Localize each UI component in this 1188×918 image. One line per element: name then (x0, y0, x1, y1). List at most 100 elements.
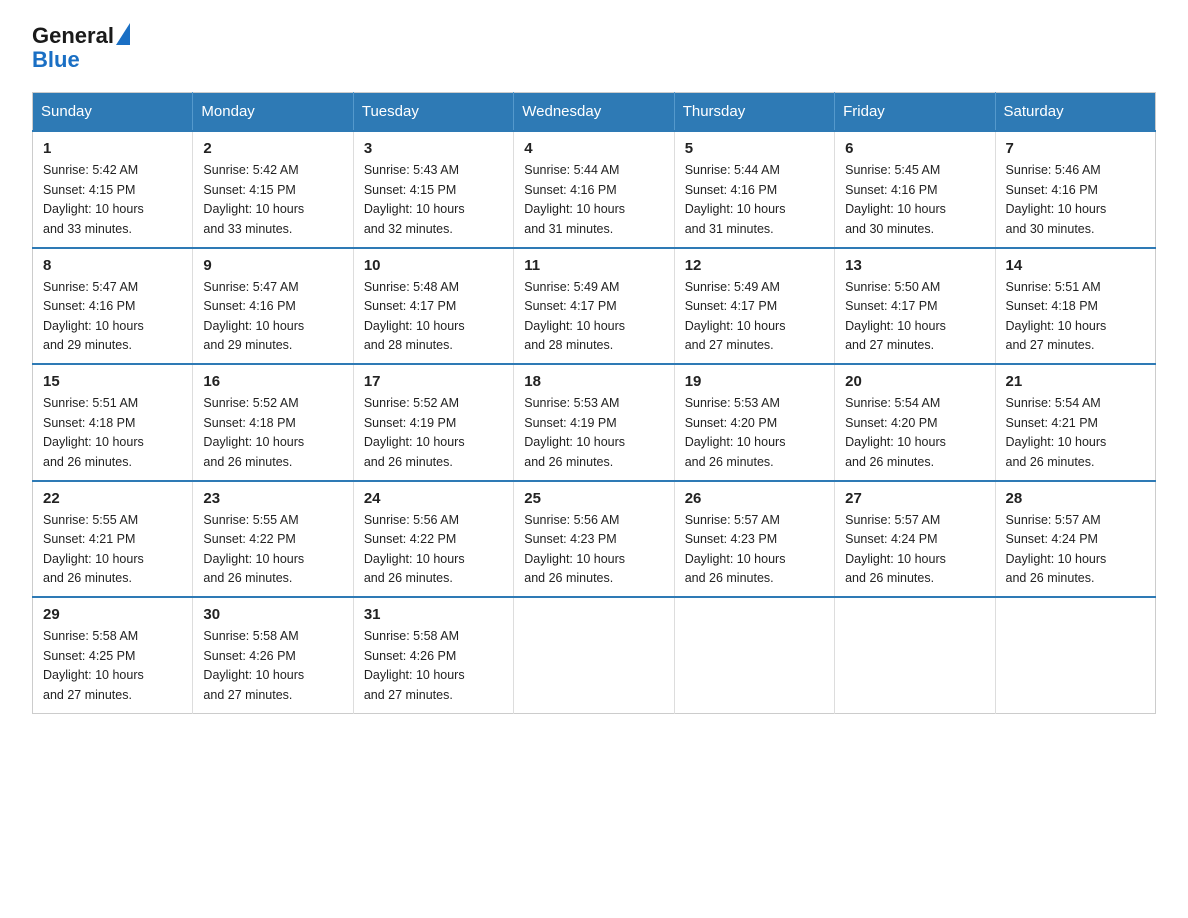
day-number: 4 (524, 140, 663, 157)
day-number: 17 (364, 373, 503, 390)
calendar-table: SundayMondayTuesdayWednesdayThursdayFrid… (32, 92, 1156, 714)
day-number: 9 (203, 257, 342, 274)
day-number: 20 (845, 373, 984, 390)
weekday-header-tuesday: Tuesday (353, 93, 513, 132)
day-info: Sunrise: 5:57 AMSunset: 4:24 PMDaylight:… (845, 511, 984, 589)
day-info: Sunrise: 5:58 AMSunset: 4:26 PMDaylight:… (364, 627, 503, 705)
week-row-3: 15 Sunrise: 5:51 AMSunset: 4:18 PMDaylig… (33, 364, 1156, 481)
day-info: Sunrise: 5:53 AMSunset: 4:20 PMDaylight:… (685, 394, 824, 472)
day-number: 10 (364, 257, 503, 274)
calendar-cell: 26 Sunrise: 5:57 AMSunset: 4:23 PMDaylig… (674, 481, 834, 598)
day-number: 28 (1006, 490, 1145, 507)
day-info: Sunrise: 5:58 AMSunset: 4:25 PMDaylight:… (43, 627, 182, 705)
day-number: 14 (1006, 257, 1145, 274)
calendar-cell: 4 Sunrise: 5:44 AMSunset: 4:16 PMDayligh… (514, 131, 674, 248)
calendar-cell: 6 Sunrise: 5:45 AMSunset: 4:16 PMDayligh… (835, 131, 995, 248)
calendar-cell: 1 Sunrise: 5:42 AMSunset: 4:15 PMDayligh… (33, 131, 193, 248)
day-number: 15 (43, 373, 182, 390)
calendar-cell: 9 Sunrise: 5:47 AMSunset: 4:16 PMDayligh… (193, 248, 353, 365)
day-info: Sunrise: 5:50 AMSunset: 4:17 PMDaylight:… (845, 278, 984, 356)
header: General Blue (32, 24, 1156, 72)
calendar-cell: 28 Sunrise: 5:57 AMSunset: 4:24 PMDaylig… (995, 481, 1155, 598)
day-number: 29 (43, 606, 182, 623)
calendar-cell: 2 Sunrise: 5:42 AMSunset: 4:15 PMDayligh… (193, 131, 353, 248)
day-number: 6 (845, 140, 984, 157)
day-number: 27 (845, 490, 984, 507)
day-number: 7 (1006, 140, 1145, 157)
day-info: Sunrise: 5:54 AMSunset: 4:21 PMDaylight:… (1006, 394, 1145, 472)
calendar-cell: 17 Sunrise: 5:52 AMSunset: 4:19 PMDaylig… (353, 364, 513, 481)
calendar-cell: 21 Sunrise: 5:54 AMSunset: 4:21 PMDaylig… (995, 364, 1155, 481)
calendar-cell: 27 Sunrise: 5:57 AMSunset: 4:24 PMDaylig… (835, 481, 995, 598)
calendar-cell: 29 Sunrise: 5:58 AMSunset: 4:25 PMDaylig… (33, 597, 193, 713)
day-number: 3 (364, 140, 503, 157)
calendar-cell (674, 597, 834, 713)
calendar-cell: 13 Sunrise: 5:50 AMSunset: 4:17 PMDaylig… (835, 248, 995, 365)
weekday-header-monday: Monday (193, 93, 353, 132)
weekday-header-row: SundayMondayTuesdayWednesdayThursdayFrid… (33, 93, 1156, 132)
day-info: Sunrise: 5:44 AMSunset: 4:16 PMDaylight:… (524, 161, 663, 239)
weekday-header-wednesday: Wednesday (514, 93, 674, 132)
calendar-cell (835, 597, 995, 713)
calendar-cell: 23 Sunrise: 5:55 AMSunset: 4:22 PMDaylig… (193, 481, 353, 598)
day-info: Sunrise: 5:42 AMSunset: 4:15 PMDaylight:… (43, 161, 182, 239)
calendar-cell: 10 Sunrise: 5:48 AMSunset: 4:17 PMDaylig… (353, 248, 513, 365)
day-number: 23 (203, 490, 342, 507)
calendar-cell: 31 Sunrise: 5:58 AMSunset: 4:26 PMDaylig… (353, 597, 513, 713)
day-number: 22 (43, 490, 182, 507)
day-number: 30 (203, 606, 342, 623)
calendar-cell: 12 Sunrise: 5:49 AMSunset: 4:17 PMDaylig… (674, 248, 834, 365)
weekday-header-thursday: Thursday (674, 93, 834, 132)
logo-triangle-icon (116, 23, 130, 45)
calendar-cell: 7 Sunrise: 5:46 AMSunset: 4:16 PMDayligh… (995, 131, 1155, 248)
day-info: Sunrise: 5:54 AMSunset: 4:20 PMDaylight:… (845, 394, 984, 472)
day-info: Sunrise: 5:43 AMSunset: 4:15 PMDaylight:… (364, 161, 503, 239)
calendar-cell: 22 Sunrise: 5:55 AMSunset: 4:21 PMDaylig… (33, 481, 193, 598)
calendar-cell: 19 Sunrise: 5:53 AMSunset: 4:20 PMDaylig… (674, 364, 834, 481)
day-info: Sunrise: 5:51 AMSunset: 4:18 PMDaylight:… (1006, 278, 1145, 356)
day-info: Sunrise: 5:51 AMSunset: 4:18 PMDaylight:… (43, 394, 182, 472)
logo: General Blue (32, 24, 130, 72)
calendar-cell: 18 Sunrise: 5:53 AMSunset: 4:19 PMDaylig… (514, 364, 674, 481)
day-info: Sunrise: 5:48 AMSunset: 4:17 PMDaylight:… (364, 278, 503, 356)
weekday-header-sunday: Sunday (33, 93, 193, 132)
calendar-cell: 11 Sunrise: 5:49 AMSunset: 4:17 PMDaylig… (514, 248, 674, 365)
day-info: Sunrise: 5:57 AMSunset: 4:23 PMDaylight:… (685, 511, 824, 589)
day-info: Sunrise: 5:45 AMSunset: 4:16 PMDaylight:… (845, 161, 984, 239)
day-info: Sunrise: 5:56 AMSunset: 4:22 PMDaylight:… (364, 511, 503, 589)
day-info: Sunrise: 5:55 AMSunset: 4:21 PMDaylight:… (43, 511, 182, 589)
day-info: Sunrise: 5:58 AMSunset: 4:26 PMDaylight:… (203, 627, 342, 705)
calendar-cell: 15 Sunrise: 5:51 AMSunset: 4:18 PMDaylig… (33, 364, 193, 481)
calendar-cell: 14 Sunrise: 5:51 AMSunset: 4:18 PMDaylig… (995, 248, 1155, 365)
day-number: 12 (685, 257, 824, 274)
calendar-cell: 8 Sunrise: 5:47 AMSunset: 4:16 PMDayligh… (33, 248, 193, 365)
day-number: 13 (845, 257, 984, 274)
day-info: Sunrise: 5:49 AMSunset: 4:17 PMDaylight:… (524, 278, 663, 356)
day-info: Sunrise: 5:52 AMSunset: 4:18 PMDaylight:… (203, 394, 342, 472)
day-number: 21 (1006, 373, 1145, 390)
day-info: Sunrise: 5:46 AMSunset: 4:16 PMDaylight:… (1006, 161, 1145, 239)
day-info: Sunrise: 5:53 AMSunset: 4:19 PMDaylight:… (524, 394, 663, 472)
day-number: 1 (43, 140, 182, 157)
day-number: 18 (524, 373, 663, 390)
week-row-4: 22 Sunrise: 5:55 AMSunset: 4:21 PMDaylig… (33, 481, 1156, 598)
calendar-cell: 3 Sunrise: 5:43 AMSunset: 4:15 PMDayligh… (353, 131, 513, 248)
day-info: Sunrise: 5:47 AMSunset: 4:16 PMDaylight:… (43, 278, 182, 356)
calendar-cell (995, 597, 1155, 713)
calendar-cell: 24 Sunrise: 5:56 AMSunset: 4:22 PMDaylig… (353, 481, 513, 598)
calendar-cell: 5 Sunrise: 5:44 AMSunset: 4:16 PMDayligh… (674, 131, 834, 248)
calendar-cell: 20 Sunrise: 5:54 AMSunset: 4:20 PMDaylig… (835, 364, 995, 481)
day-info: Sunrise: 5:56 AMSunset: 4:23 PMDaylight:… (524, 511, 663, 589)
day-info: Sunrise: 5:42 AMSunset: 4:15 PMDaylight:… (203, 161, 342, 239)
week-row-2: 8 Sunrise: 5:47 AMSunset: 4:16 PMDayligh… (33, 248, 1156, 365)
weekday-header-friday: Friday (835, 93, 995, 132)
day-number: 5 (685, 140, 824, 157)
week-row-5: 29 Sunrise: 5:58 AMSunset: 4:25 PMDaylig… (33, 597, 1156, 713)
day-info: Sunrise: 5:55 AMSunset: 4:22 PMDaylight:… (203, 511, 342, 589)
day-info: Sunrise: 5:49 AMSunset: 4:17 PMDaylight:… (685, 278, 824, 356)
day-number: 16 (203, 373, 342, 390)
day-info: Sunrise: 5:44 AMSunset: 4:16 PMDaylight:… (685, 161, 824, 239)
day-number: 19 (685, 373, 824, 390)
calendar-cell (514, 597, 674, 713)
day-info: Sunrise: 5:47 AMSunset: 4:16 PMDaylight:… (203, 278, 342, 356)
